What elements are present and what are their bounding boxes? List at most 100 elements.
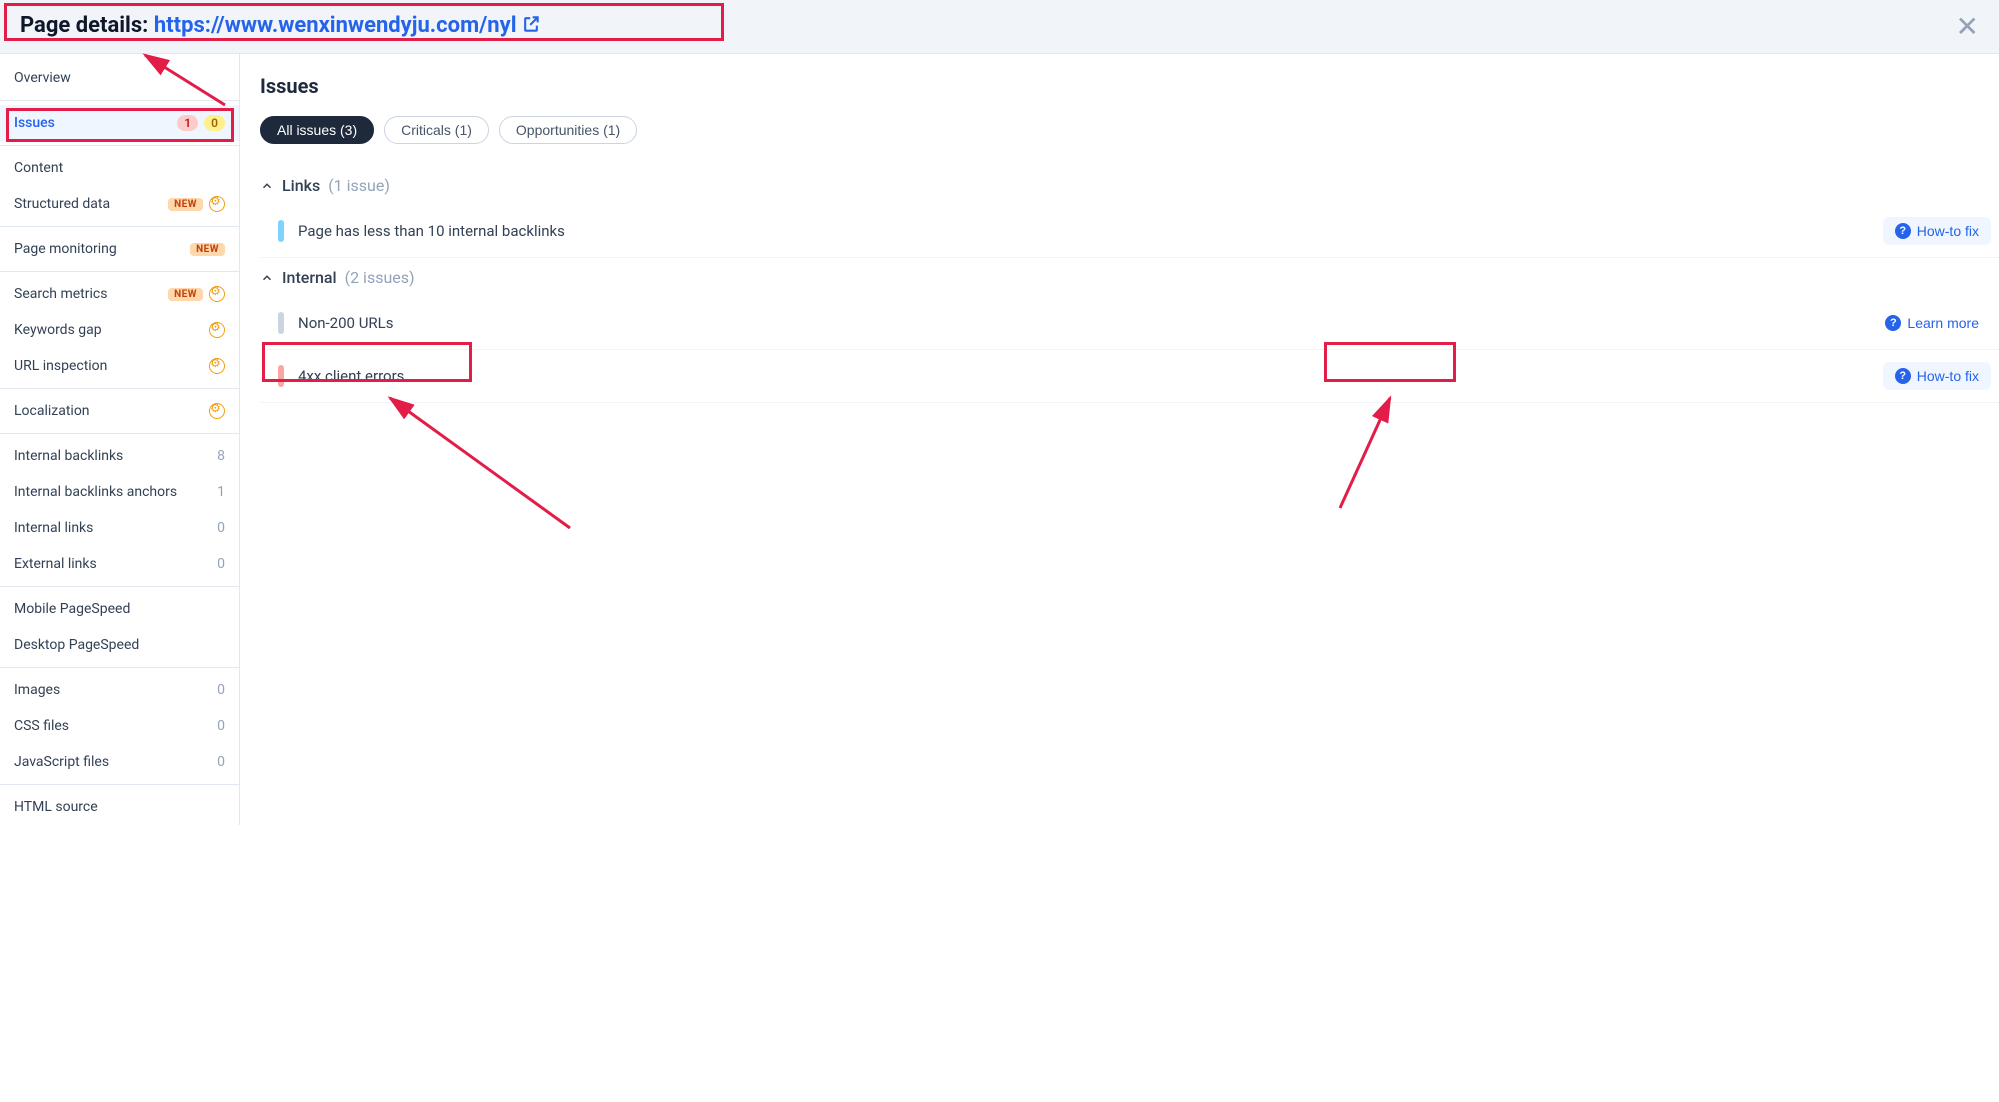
- sidebar-item-external-links[interactable]: External links 0: [0, 546, 239, 582]
- sidebar-item-mobile-pagespeed[interactable]: Mobile PageSpeed: [0, 591, 239, 627]
- page-title: Page details: https://www.wenxinwendyju.…: [20, 13, 541, 39]
- sidebar-label: Issues: [14, 115, 55, 131]
- page-url-link[interactable]: https://www.wenxinwendyju.com/nyl: [154, 13, 541, 38]
- sidebar-label: Search metrics: [14, 286, 107, 302]
- divider: [0, 433, 239, 434]
- severity-pill-info: [278, 312, 284, 334]
- tab-opportunities[interactable]: Opportunities (1): [499, 116, 637, 144]
- title-prefix: Page details:: [20, 13, 154, 38]
- issue-text: 4xx client errors: [298, 367, 404, 385]
- gear-icon: [209, 403, 225, 419]
- sidebar-label: Internal backlinks: [14, 448, 123, 464]
- sidebar-label: Content: [14, 160, 63, 176]
- sidebar-label: Internal backlinks anchors: [14, 484, 177, 500]
- learn-more-button[interactable]: ? Learn more: [1873, 309, 1991, 337]
- sidebar-item-desktop-pagespeed[interactable]: Desktop PageSpeed: [0, 627, 239, 663]
- sidebar-item-structured-data[interactable]: Structured data NEW: [0, 186, 239, 222]
- how-to-fix-button[interactable]: ?How-to fix: [1883, 362, 1991, 390]
- main-title: Issues: [260, 74, 1999, 98]
- sidebar-item-images[interactable]: Images 0: [0, 672, 239, 708]
- divider: [0, 145, 239, 146]
- button-label: How-to fix: [1917, 368, 1979, 384]
- section-count: (1 issue): [328, 176, 390, 195]
- question-icon: ?: [1895, 223, 1911, 239]
- close-button[interactable]: ✕: [1956, 10, 1979, 43]
- issue-left: Page has less than 10 internal backlinks: [278, 220, 565, 242]
- divider: [0, 586, 239, 587]
- section-internal[interactable]: Internal (2 issues): [260, 258, 1999, 297]
- new-badge: NEW: [168, 288, 203, 301]
- sidebar-badges: NEW: [190, 243, 225, 256]
- sidebar-label: CSS files: [14, 718, 69, 734]
- divider: [0, 388, 239, 389]
- sidebar-item-overview[interactable]: Overview: [0, 60, 239, 96]
- sidebar-label: URL inspection: [14, 358, 107, 374]
- warning-count-badge: 0: [204, 115, 225, 131]
- sidebar-item-html-source[interactable]: HTML source: [0, 789, 239, 825]
- sidebar-item-keywords-gap[interactable]: Keywords gap: [0, 312, 239, 348]
- sidebar-item-localization[interactable]: Localization: [0, 393, 239, 429]
- new-badge: NEW: [168, 198, 203, 211]
- how-to-fix-button[interactable]: ? How-to fix: [1883, 217, 1991, 245]
- section-title: Internal: [282, 268, 337, 287]
- external-link-icon: [521, 14, 541, 40]
- tab-criticals[interactable]: Criticals (1): [384, 116, 489, 144]
- button-label: Learn more: [1907, 315, 1979, 331]
- sidebar-item-javascript-files[interactable]: JavaScript files 0: [0, 744, 239, 780]
- sidebar-badges: NEW: [168, 286, 225, 302]
- sidebar-label: Structured data: [14, 196, 110, 212]
- sidebar-item-internal-backlinks-anchors[interactable]: Internal backlinks anchors 1: [0, 474, 239, 510]
- sidebar-label: HTML source: [14, 799, 98, 815]
- issue-row-non-200[interactable]: Non-200 URLs ? Learn more: [260, 297, 1999, 350]
- issues-badges: 1 0: [177, 115, 225, 131]
- sidebar-label: Keywords gap: [14, 322, 102, 338]
- gear-icon: [209, 286, 225, 302]
- sidebar-item-internal-links[interactable]: Internal links 0: [0, 510, 239, 546]
- issue-left: 4xx client errors: [278, 365, 404, 387]
- sidebar-badges: NEW: [168, 196, 225, 212]
- section-links[interactable]: Links (1 issue): [260, 166, 1999, 205]
- issue-left: Non-200 URLs: [278, 312, 394, 334]
- question-icon: ?: [1885, 315, 1901, 331]
- count: 0: [217, 520, 225, 536]
- sidebar-item-css-files[interactable]: CSS files 0: [0, 708, 239, 744]
- divider: [0, 100, 239, 101]
- sidebar-label: External links: [14, 556, 97, 572]
- gear-icon: [209, 358, 225, 374]
- new-badge: NEW: [190, 243, 225, 256]
- sidebar-item-issues[interactable]: Issues 1 0: [0, 105, 239, 141]
- sidebar: Overview Issues 1 0 Content Structured d…: [0, 54, 240, 825]
- sidebar-label: Overview: [14, 70, 71, 86]
- sidebar-item-page-monitoring[interactable]: Page monitoring NEW: [0, 231, 239, 267]
- issue-row-4xx[interactable]: 4xx client errors ?How-to fix: [260, 350, 1999, 403]
- count: 0: [217, 556, 225, 572]
- count: 0: [217, 682, 225, 698]
- page-url-text: https://www.wenxinwendyju.com/nyl: [154, 13, 517, 38]
- sidebar-item-url-inspection[interactable]: URL inspection: [0, 348, 239, 384]
- sidebar-label: Desktop PageSpeed: [14, 637, 139, 653]
- chevron-up-icon: [260, 271, 274, 285]
- section-count: (2 issues): [345, 268, 415, 287]
- sidebar-label: JavaScript files: [14, 754, 109, 770]
- sidebar-item-internal-backlinks[interactable]: Internal backlinks 8: [0, 438, 239, 474]
- sidebar-item-content[interactable]: Content: [0, 150, 239, 186]
- gear-icon: [209, 322, 225, 338]
- chevron-up-icon: [260, 179, 274, 193]
- count: 8: [217, 448, 225, 464]
- issue-row-backlinks[interactable]: Page has less than 10 internal backlinks…: [260, 205, 1999, 258]
- count: 1: [217, 484, 225, 500]
- sidebar-label: Mobile PageSpeed: [14, 601, 130, 617]
- section-title: Links: [282, 176, 320, 195]
- sidebar-item-search-metrics[interactable]: Search metrics NEW: [0, 276, 239, 312]
- count: 0: [217, 754, 225, 770]
- divider: [0, 226, 239, 227]
- main-content: Issues All issues (3) Criticals (1) Oppo…: [240, 54, 1999, 825]
- tab-all-issues[interactable]: All issues (3): [260, 116, 374, 144]
- button-label: How-to fix: [1917, 223, 1979, 239]
- sidebar-label: Images: [14, 682, 60, 698]
- divider: [0, 784, 239, 785]
- sidebar-label: Page monitoring: [14, 241, 117, 257]
- sidebar-label: Internal links: [14, 520, 93, 536]
- count: 0: [217, 718, 225, 734]
- severity-pill-notice: [278, 220, 284, 242]
